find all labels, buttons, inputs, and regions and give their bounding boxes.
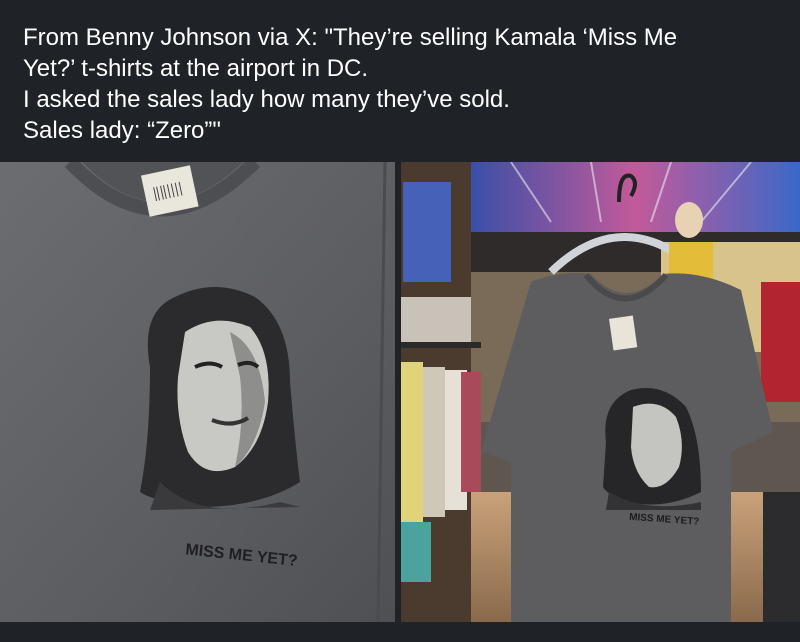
caption-line-1: From Benny Johnson via X: "They’re selli… [23,24,678,51]
photo-store-display[interactable]: MISS ME YET? [401,162,800,622]
shirt-closeup-illustration: MISS ME YET? [0,162,395,622]
portrait-print [140,287,300,510]
post-caption: From Benny Johnson via X: "They’re selli… [23,22,783,146]
caption-line-4: Sales lady: “Zero”" [23,117,221,144]
store-illustration: MISS ME YET? [401,162,800,622]
caption-line-2: Yet?’ t-shirts at the airport in DC. [23,55,369,82]
bottom-bar [0,622,800,642]
caption-line-3: I asked the sales lady how many they’ve … [23,86,510,113]
displayed-tshirt [481,272,773,622]
photo-shirt-closeup[interactable]: MISS ME YET? [0,162,395,622]
